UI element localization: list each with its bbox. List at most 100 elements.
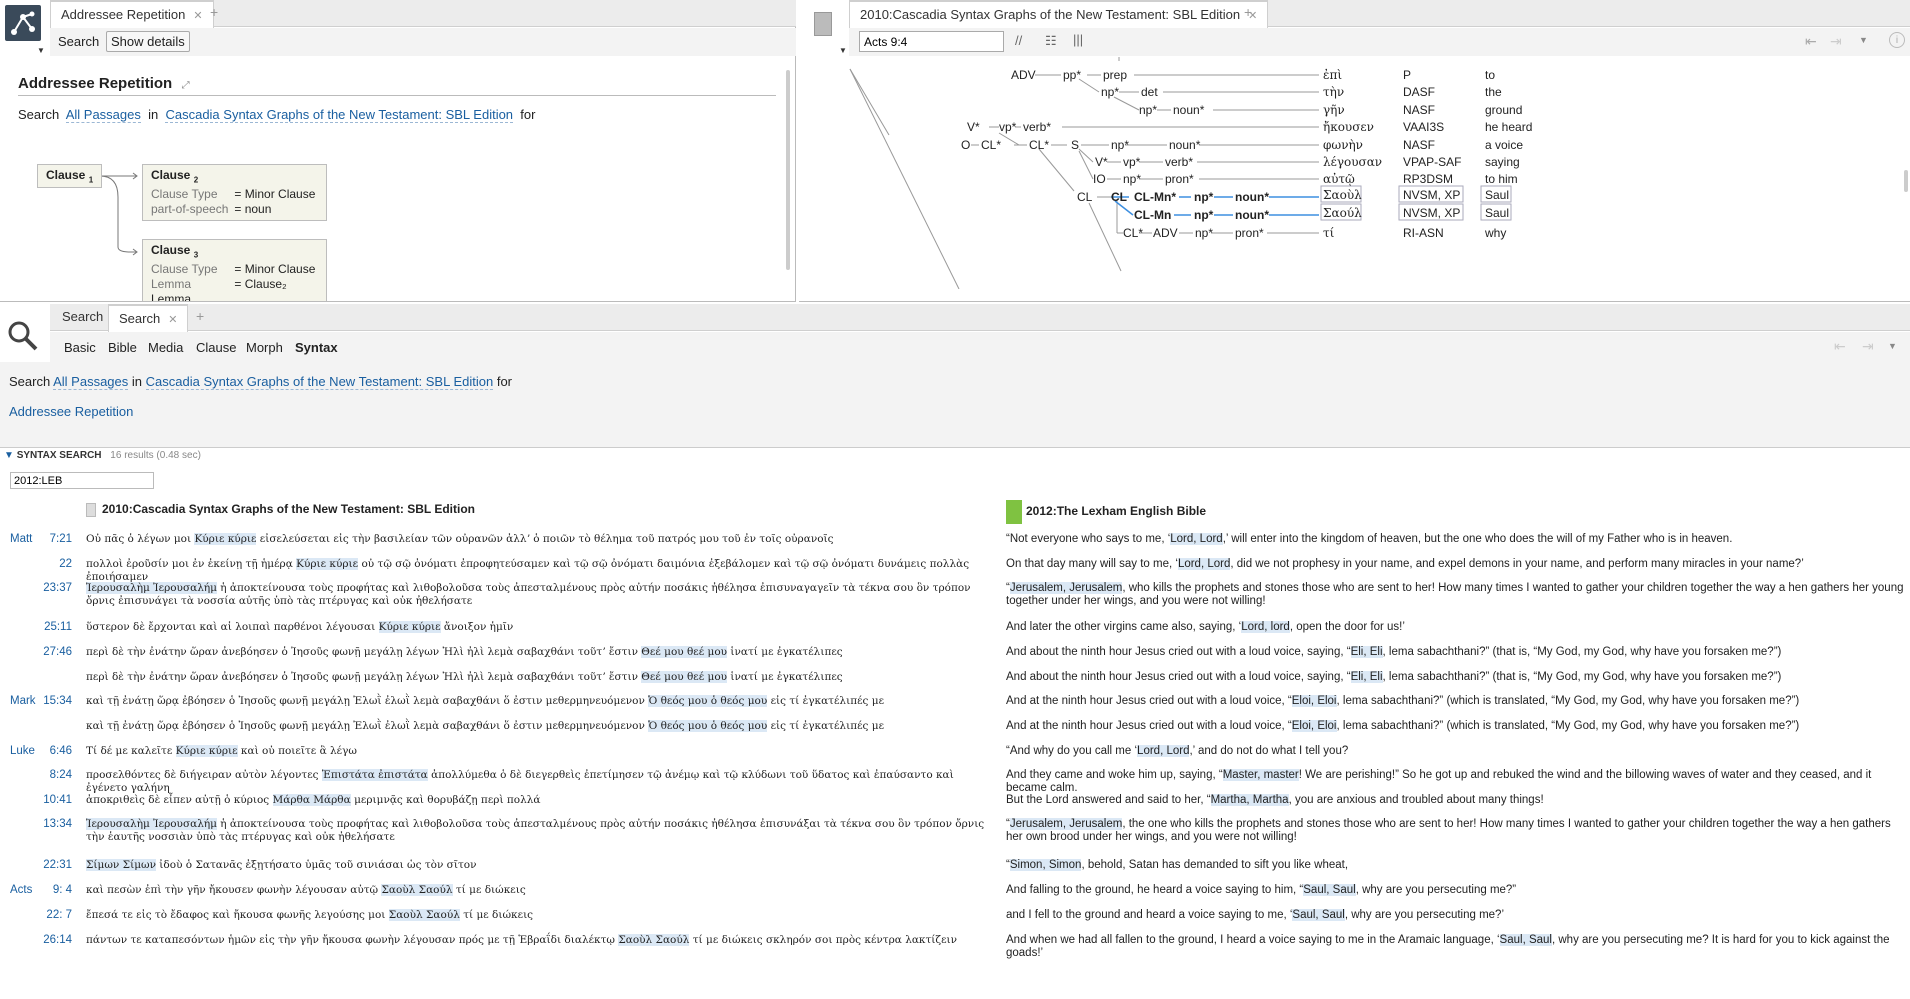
add-tab-icon[interactable]: + (196, 308, 204, 324)
graph-node: CL (1077, 190, 1093, 204)
tab-search-1[interactable]: Search (52, 304, 113, 331)
filter-input[interactable] (10, 472, 154, 489)
book-icon[interactable] (814, 12, 832, 36)
collapse-icon[interactable]: ▼ (4, 450, 14, 461)
clause-3-box[interactable]: Clause 3 Clause Type = Minor Clause Lemm… (142, 239, 327, 301)
query-link[interactable]: Addressee Repetition (9, 404, 133, 419)
forward-icon[interactable]: ⇥ (1830, 33, 1842, 50)
verse-ref[interactable]: 23:37 (34, 582, 72, 595)
graph-node: ADV (1153, 226, 1178, 240)
verse-ref[interactable]: 22:31 (34, 859, 72, 872)
verse-ref[interactable]: 9: 4 (34, 884, 72, 897)
outline-icon[interactable]: ☷ (1045, 33, 1057, 49)
table-row[interactable]: 23:37 Ἰερουσαλὴμ Ἰερουσαλήμ ἡ ἀποκτείνουσ… (0, 582, 1910, 614)
kind-clause[interactable]: Clause (196, 340, 236, 355)
table-row[interactable]: 22:31 Σίμων Σίμων ἰδοὺ ὁ Σατανᾶς ἐξῃτήσατ… (0, 859, 1910, 878)
info-icon[interactable]: i (1889, 32, 1905, 48)
magnifier-icon[interactable] (6, 319, 38, 354)
table-row[interactable]: Luke 6:46 Τί δέ με καλεῖτε Κύριε κύριε καὶ… (0, 745, 1910, 764)
verse-ref[interactable]: 13:34 (34, 818, 72, 831)
top-left-panel: ▼ Addressee Repetition ✕ + Search Show de… (0, 0, 796, 302)
table-row[interactable]: περὶ δὲ τὴν ἐνάτην ὥραν ἀνεβόησεν ὁ Ἰησο… (0, 671, 1910, 690)
gloss: to him (1485, 172, 1518, 186)
table-row[interactable]: 27:46 περὶ δὲ τὴν ἐνάτην ὥραν ἀνεβόησεν ὁ… (0, 646, 1910, 665)
parse-code: VPAP-SAF (1403, 155, 1461, 169)
results-header: ▼ SYNTAX SEARCH 16 results (0.48 sec) (4, 450, 201, 461)
kind-morph[interactable]: Morph (246, 340, 283, 355)
table-row[interactable]: καὶ τῇ ἐνάτῃ ὥρᾳ ἐβόησεν ὁ Ἰησοῦς φωνῇ μ… (0, 720, 1910, 739)
clause-sub: 1 (88, 175, 94, 185)
highlight: Ὁ θεός μου ὁ θεός μου (648, 720, 768, 732)
table-row[interactable]: 8:24 προσελθόντες δὲ διήγειραν αὐτὸν λέγο… (0, 769, 1910, 794)
panel-menu-icon[interactable]: ▼ (37, 46, 45, 55)
highlight: Ἰερουσαλὴμ Ἰερουσαλήμ (86, 818, 217, 830)
add-tab-icon[interactable]: + (1244, 4, 1252, 20)
table-row[interactable]: 26:14 πάντων τε καταπεσόντων ἡμῶν εἰς τὴν… (0, 934, 1910, 959)
table-row[interactable]: 10:41 ἀποκριθεὶς δὲ εἶπεν αὐτῇ ὁ κύριος Μ… (0, 794, 1910, 813)
greek-text: πολλοὶ ἐροῦσίν μοι ἐν ἐκείνῃ τῇ ἡμέρᾳ Κύ… (86, 558, 970, 583)
graph-node: prep (1103, 68, 1127, 82)
table-row[interactable]: 13:34 Ἰερουσαλὴμ Ἰερουσαλήμ ἡ ἀποκτείνουσ… (0, 818, 1910, 850)
forward-icon[interactable]: ⇥ (1862, 338, 1874, 355)
english-text: “And why do you call me ‘Lord, Lord,’ an… (1006, 745, 1349, 757)
show-details-button[interactable]: Show details (106, 31, 190, 52)
top-left-scrollbar[interactable] (786, 70, 790, 270)
dropdown-icon[interactable]: ▼ (1859, 35, 1868, 45)
highlight: Κύριε κύριε (378, 621, 441, 633)
verse-ref[interactable]: 7:21 (34, 533, 72, 546)
tab-addressee-repetition[interactable]: Addressee Repetition ✕ (50, 0, 214, 28)
table-row[interactable]: Acts 9: 4 καὶ πεσὼν ἐπὶ τὴν γῆν ἤκουσεν φω… (0, 884, 1910, 903)
verse-ref[interactable]: 15:34 (34, 695, 72, 708)
back-icon[interactable]: ⇤ (1805, 33, 1817, 50)
close-icon[interactable]: ✕ (193, 10, 202, 22)
kind-syntax[interactable]: Syntax (295, 340, 338, 355)
clause-key: part-of-speech (151, 202, 229, 217)
reference-input[interactable] (859, 31, 1004, 52)
add-tab-icon[interactable]: + (210, 4, 218, 20)
clause-1-box[interactable]: Clause 1 (37, 164, 103, 189)
table-row[interactable]: 22 πολλοὶ ἐροῦσίν μοι ἐν ἐκείνῃ τῇ ἡμέρᾳ … (0, 558, 1910, 583)
english-text: And they came and woke him up, saying, “… (1006, 769, 1872, 794)
scope-link[interactable]: All Passages (53, 374, 129, 390)
tab-search-2[interactable]: Search ✕ (108, 304, 189, 332)
verse-ref[interactable]: 10:41 (34, 794, 72, 807)
clause-value: noun (244, 202, 272, 217)
kind-bible[interactable]: Bible (108, 340, 137, 355)
tab-label: Addressee Repetition (61, 7, 186, 22)
verse-ref[interactable]: 22 (34, 558, 72, 571)
greek-text: πάντων τε καταπεσόντων ἡμῶν εἰς τὴν γῆν … (86, 934, 958, 946)
kind-basic[interactable]: Basic (64, 340, 96, 355)
table-row[interactable]: 22: 7 ἔπεσά τε εἰς τὸ ἔδαφος καὶ ἤκουσα φ… (0, 909, 1910, 928)
parse-code: VAAI3S (1403, 120, 1444, 134)
verse-ref[interactable]: 27:46 (34, 646, 72, 659)
verse-ref[interactable]: 8:24 (34, 769, 72, 782)
top-right-tabbar: 2010:Cascadia Syntax Graphs of the New T… (849, 0, 1910, 28)
parallel-icon[interactable]: // (1015, 33, 1022, 48)
kind-media[interactable]: Media (148, 340, 183, 355)
verse-ref[interactable]: 26:14 (34, 934, 72, 947)
panel-menu-icon[interactable]: ▼ (839, 46, 847, 55)
verse-ref[interactable]: 6:46 (34, 745, 72, 758)
verse-ref[interactable]: 25:11 (34, 621, 72, 634)
close-icon[interactable]: ✕ (168, 314, 177, 326)
tab-cascadia[interactable]: 2010:Cascadia Syntax Graphs of the New T… (849, 0, 1269, 28)
graph-node: CL (1111, 190, 1127, 204)
verse-ref[interactable]: 22: 7 (34, 909, 72, 922)
dropdown-icon[interactable]: ▼ (1888, 341, 1897, 351)
table-row[interactable]: Mark 15:34 καὶ τῇ ἐνάτῃ ὥρᾳ ἐβόησεν ὁ Ἰησο… (0, 695, 1910, 714)
table-row[interactable]: Matt 7:21 Οὐ πᾶς ὁ λέγων μοι Κύριε κύριε ε… (0, 533, 1910, 552)
table-row[interactable]: 25:11 ὕστερον δὲ ἔρχονται καὶ αἱ λοιπαὶ π… (0, 621, 1910, 640)
back-icon[interactable]: ⇤ (1834, 338, 1846, 355)
resource-link[interactable]: Cascadia Syntax Graphs of the New Testam… (145, 374, 494, 390)
top-right-scrollbar[interactable] (1904, 170, 1908, 192)
highlight: Θεέ μου θεέ μου (641, 646, 728, 658)
english-text: But the Lord answered and said to her, “… (1006, 794, 1544, 806)
columns-icon[interactable]: ||| (1073, 32, 1083, 47)
clause-2-box[interactable]: Clause 2 Clause Type = Minor Clause part… (142, 164, 327, 222)
top-right-panel: ▼ 2010:Cascadia Syntax Graphs of the New… (799, 0, 1910, 302)
app-logo-icon[interactable] (5, 5, 41, 41)
highlight: Simon, Simon (1009, 859, 1082, 871)
search-button[interactable]: Search (58, 34, 99, 49)
graph-node: vp* (1123, 155, 1141, 169)
greek-text: καὶ τῇ ἐνάτῃ ὥρᾳ ἐβόησεν ὁ Ἰησοῦς φωνῇ μ… (86, 720, 885, 732)
